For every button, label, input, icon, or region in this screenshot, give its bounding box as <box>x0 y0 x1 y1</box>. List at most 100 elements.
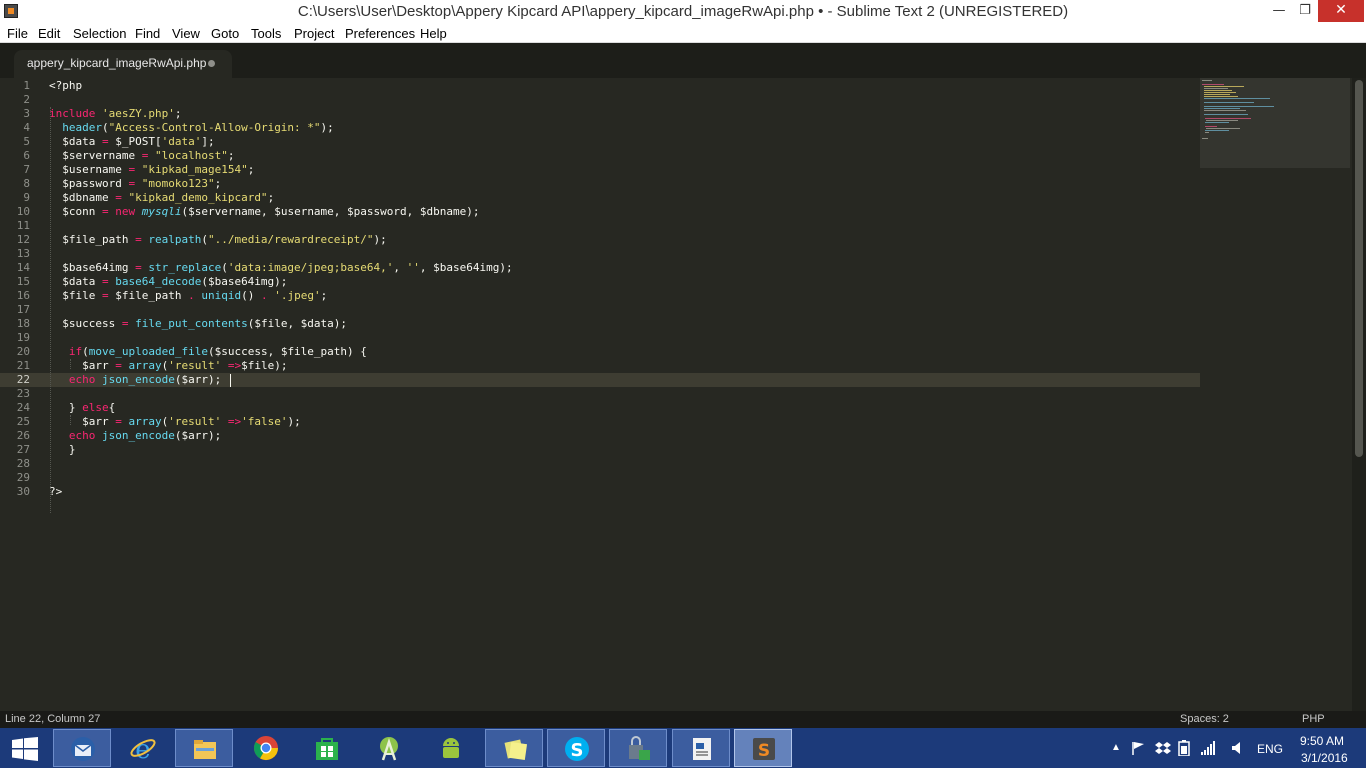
menu-preferences[interactable]: Preferences <box>345 26 415 41</box>
wifi-signal-icon[interactable] <box>1201 741 1215 755</box>
code-line[interactable]: $dbname = "kipkad_demo_kipcard"; <box>49 191 274 204</box>
code-line[interactable]: $data = base64_decode($base64img); <box>49 275 287 288</box>
line-number: 24 <box>16 401 30 414</box>
thunderbird-icon <box>71 737 95 761</box>
line-number: 4 <box>23 121 30 134</box>
taskbar-sticky-notes[interactable] <box>485 729 543 767</box>
taskbar-internet-explorer[interactable]: e <box>114 729 172 767</box>
code-line[interactable]: $data = $_POST['data']; <box>49 135 214 148</box>
code-line[interactable]: include 'aesZY.php'; <box>49 107 181 120</box>
line-number: 7 <box>23 163 30 176</box>
line-number-gutter: 1 2 3 4 5 6 7 8 9 10 11 12 13 14 15 16 17 18 19 20 21 22 23 24 2… <box>0 78 34 711</box>
folder-icon <box>194 740 216 759</box>
menu-bar: File Edit Selection Find View Goto Tools… <box>0 24 1366 43</box>
line-number: 12 <box>16 233 30 246</box>
code-line[interactable]: $base64img = str_replace('data:image/jpe… <box>49 261 512 274</box>
code-line[interactable]: echo json_encode($arr); <box>49 429 221 442</box>
language-indicator[interactable]: ENG <box>1257 728 1287 768</box>
code-line[interactable]: <?php <box>49 79 82 92</box>
code-line[interactable]: $file = $file_path . uniqid() . '.jpeg'; <box>49 289 327 302</box>
svg-text:S: S <box>758 741 770 761</box>
code-line[interactable]: } else{ <box>49 401 115 414</box>
line-number: 25 <box>16 415 30 428</box>
menu-project[interactable]: Project <box>294 26 334 41</box>
taskbar-chrome[interactable] <box>237 729 295 767</box>
battery-icon[interactable] <box>1177 740 1191 756</box>
indentation-setting[interactable]: Spaces: 2 <box>1180 713 1229 725</box>
line-number: 26 <box>16 429 30 442</box>
code-line[interactable]: $password = "momoko123"; <box>49 177 221 190</box>
taskbar-sublime-text[interactable]: S <box>734 729 792 767</box>
close-button[interactable]: ✕ <box>1318 0 1364 22</box>
code-line[interactable]: echo json_encode($arr); <box>49 373 221 386</box>
clock[interactable]: 9:50 AM 3/1/2016 <box>1298 728 1358 768</box>
store-icon <box>316 738 338 760</box>
skype-icon: S <box>565 737 589 761</box>
taskbar-skype[interactable]: S <box>547 729 605 767</box>
menu-help[interactable]: Help <box>420 26 447 41</box>
svg-text:e: e <box>135 735 150 762</box>
android-icon <box>443 738 459 758</box>
action-center-flag-icon[interactable] <box>1131 741 1145 755</box>
line-number: 30 <box>16 485 30 498</box>
tab-appery-kipcard-imagerwapi[interactable]: appery_kipcard_imageRwApi.php <box>14 50 232 78</box>
line-number: 1 <box>23 79 30 92</box>
clock-date: 3/1/2016 <box>1301 751 1348 765</box>
menu-selection[interactable]: Selection <box>73 26 126 41</box>
code-line[interactable]: if(move_uploaded_file($success, $file_pa… <box>49 345 367 358</box>
line-number: 23 <box>16 387 30 400</box>
line-number: 29 <box>16 471 30 484</box>
minimap[interactable] <box>1200 78 1350 168</box>
taskbar-store[interactable] <box>298 729 356 767</box>
vertical-scrollbar[interactable] <box>1352 78 1366 711</box>
line-number: 6 <box>23 149 30 162</box>
title-bar: C:\Users\User\Desktop\Appery Kipcard API… <box>0 0 1366 24</box>
windows-logo-icon <box>12 737 38 761</box>
dropbox-icon[interactable] <box>1155 740 1171 756</box>
language-label: ENG <box>1257 742 1284 756</box>
volume-icon[interactable] <box>1231 741 1245 755</box>
line-number: 8 <box>23 177 30 190</box>
indent-guide <box>50 107 51 513</box>
menu-find[interactable]: Find <box>135 26 160 41</box>
clock-time: 9:50 AM <box>1300 734 1345 748</box>
code-line[interactable]: $file_path = realpath("../media/rewardre… <box>49 233 387 246</box>
line-number: 15 <box>16 275 30 288</box>
minimize-button[interactable]: — <box>1266 0 1292 22</box>
menu-edit[interactable]: Edit <box>38 26 60 41</box>
line-number: 5 <box>23 135 30 148</box>
taskbar-thunderbird[interactable] <box>53 729 111 767</box>
ie-icon: e <box>130 735 156 762</box>
code-line[interactable]: } <box>49 443 76 456</box>
syntax-mode[interactable]: PHP <box>1302 713 1325 725</box>
scrollbar-thumb[interactable] <box>1355 80 1363 457</box>
menu-goto[interactable]: Goto <box>211 26 239 41</box>
code-line[interactable]: $username = "kipkad_mage154"; <box>49 163 254 176</box>
taskbar-lock-tool[interactable] <box>609 729 667 767</box>
line-number: 20 <box>16 345 30 358</box>
taskbar-file-explorer[interactable] <box>175 729 233 767</box>
code-line[interactable]: $arr = array('result' =>$file); <box>49 359 287 372</box>
code-line[interactable]: $servername = "localhost"; <box>49 149 234 162</box>
show-hidden-icons-icon[interactable]: ▲ <box>1111 742 1121 753</box>
text-cursor <box>230 374 231 387</box>
taskbar-android-sdk[interactable] <box>422 729 480 767</box>
windows-taskbar: e S S ▲ ENG 9:50 AM 3/1/2016 <box>0 728 1366 768</box>
code-line[interactable]: $success = file_put_contents($file, $dat… <box>49 317 347 330</box>
code-line[interactable]: $conn = new mysqli($servername, $usernam… <box>49 205 479 218</box>
taskbar-android-studio[interactable] <box>360 729 418 767</box>
taskbar-document[interactable] <box>672 729 730 767</box>
code-line[interactable]: $arr = array('result' =>'false'); <box>49 415 301 428</box>
lock-tool-icon <box>629 736 650 760</box>
line-number: 13 <box>16 247 30 260</box>
start-button[interactable] <box>12 737 38 761</box>
line-number: 10 <box>16 205 30 218</box>
menu-view[interactable]: View <box>172 26 200 41</box>
menu-tools[interactable]: Tools <box>251 26 281 41</box>
code-line[interactable]: header("Access-Control-Allow-Origin: *")… <box>49 121 334 134</box>
code-editor[interactable]: 1 2 3 4 5 6 7 8 9 10 11 12 13 14 15 16 17 18 19 20 21 22 23 24 2… <box>0 78 1352 711</box>
unsaved-dot-icon[interactable] <box>208 60 215 67</box>
maximize-button[interactable]: ❐ <box>1292 0 1318 22</box>
menu-file[interactable]: File <box>7 26 28 41</box>
sticky-notes-icon <box>504 739 528 761</box>
